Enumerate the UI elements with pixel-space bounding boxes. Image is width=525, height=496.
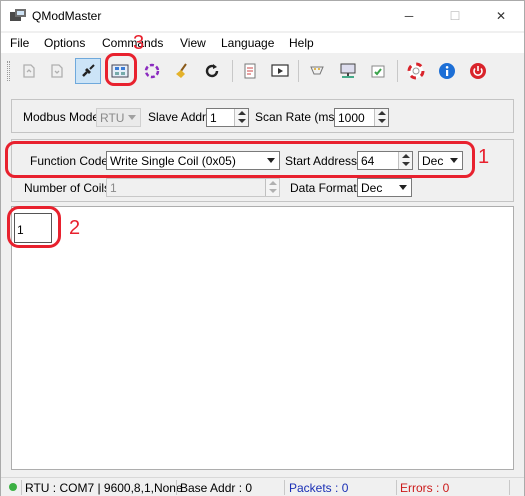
slave-addr-value: 1 (210, 111, 217, 125)
number-of-coils-label: Number of Coils (24, 181, 111, 195)
slave-addr-label: Slave Addr (148, 110, 207, 124)
menu-language[interactable]: Language (221, 36, 274, 50)
data-format-select[interactable]: Dec (357, 178, 412, 197)
bus-monitor-icon[interactable] (267, 58, 293, 84)
load-session-icon[interactable] (16, 58, 42, 84)
annotation-ring-3 (105, 53, 137, 86)
menu-options[interactable]: Options (44, 36, 85, 50)
packets-status: Packets : 0 (289, 481, 349, 495)
modbus-settings-panel: Modbus Mode RTU Slave Addr 1 Scan Rate (… (11, 99, 514, 133)
scan-rate-label: Scan Rate (ms) (255, 110, 339, 124)
minimize-button[interactable]: ─ (386, 1, 432, 31)
connect-icon[interactable] (75, 58, 101, 84)
annotation-number-3: 3 (133, 32, 145, 54)
number-of-coils-value: 1 (110, 181, 117, 195)
toolbar (1, 55, 524, 87)
connection-status: RTU : COM7 | 9600,8,1,None (25, 481, 183, 495)
maximize-button[interactable]: ☐ (432, 1, 478, 31)
modbus-mode-select[interactable]: RTU (96, 108, 141, 127)
menu-help[interactable]: Help (289, 36, 314, 50)
exit-icon[interactable] (465, 58, 491, 84)
close-icon: ✕ (495, 9, 507, 23)
tcp-settings-icon[interactable] (335, 58, 361, 84)
slave-addr-spinbox[interactable]: 1 (206, 108, 249, 127)
scan-rate-spinbox[interactable]: 1000 (334, 108, 389, 127)
app-icon (10, 9, 26, 21)
annotation-ring-2 (7, 206, 61, 248)
errors-status: Errors : 0 (400, 481, 450, 495)
window-title: QModMaster (32, 9, 102, 23)
close-button[interactable]: ✕ (478, 1, 524, 31)
annotation-ring-1 (5, 141, 475, 178)
log-icon[interactable] (237, 58, 263, 84)
annotation-number-1: 1 (478, 146, 490, 168)
save-session-icon[interactable] (44, 58, 70, 84)
status-led-icon (9, 483, 17, 491)
minimize-icon: ─ (404, 9, 414, 23)
menu-bar: File Options Commands View Language Help (1, 33, 524, 53)
menu-view[interactable]: View (180, 36, 206, 50)
help-icon[interactable] (403, 58, 429, 84)
reset-counters-icon[interactable] (199, 58, 225, 84)
scan-rate-value: 1000 (338, 111, 365, 125)
about-icon[interactable] (434, 58, 460, 84)
maximize-icon: ☐ (449, 9, 461, 23)
title-bar: QModMaster ─ ☐ ✕ (1, 1, 524, 31)
scan-icon[interactable] (139, 58, 165, 84)
clear-icon[interactable] (169, 58, 195, 84)
modbus-mode-label: Modbus Mode (23, 110, 100, 124)
number-of-coils-spinbox[interactable]: 1 (106, 178, 280, 197)
settings-icon[interactable] (365, 58, 391, 84)
main-window: QModMaster ─ ☐ ✕ File Options Commands V… (0, 0, 525, 496)
annotation-number-2: 2 (69, 217, 81, 239)
data-format-value: Dec (361, 181, 383, 195)
base-addr-status: Base Addr : 0 (180, 481, 253, 495)
menu-file[interactable]: File (10, 36, 29, 50)
registers-table[interactable]: 1 (11, 206, 514, 470)
status-bar: RTU : COM7 | 9600,8,1,None Base Addr : 0… (1, 477, 524, 496)
data-format-label: Data Format (290, 181, 357, 195)
modbus-mode-value: RTU (100, 111, 125, 125)
serial-settings-icon[interactable] (304, 58, 330, 84)
